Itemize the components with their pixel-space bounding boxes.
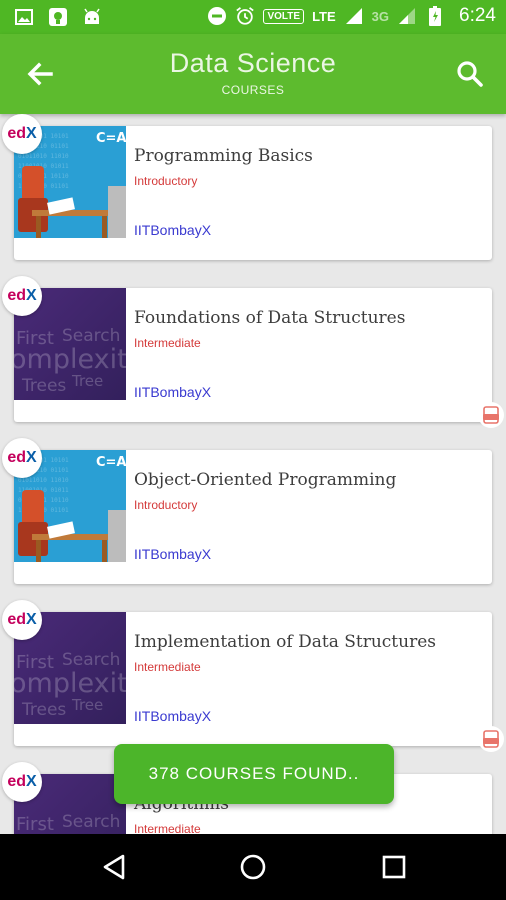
course-list[interactable]: 01101001 10101 10010110 01101 01011010 110… bbox=[0, 114, 506, 834]
courses-found-toast: 378 COURSES FOUND.. bbox=[114, 744, 394, 804]
page-subtitle: COURSES bbox=[221, 83, 285, 97]
edx-badge: ed X bbox=[2, 276, 42, 316]
nav-recents-button[interactable] bbox=[379, 852, 409, 882]
thumb-formula: C=A bbox=[96, 455, 126, 470]
course-card[interactable]: First Search omplexit Tree Trees ed X Imp… bbox=[2, 600, 492, 746]
recents-square-icon bbox=[382, 855, 406, 879]
search-icon bbox=[457, 61, 483, 87]
app-bar: Data Science COURSES bbox=[0, 34, 506, 114]
nav-home-button[interactable] bbox=[238, 852, 268, 882]
course-title: Object-Oriented Programming bbox=[134, 470, 397, 490]
lte-indicator: LTE bbox=[312, 8, 336, 24]
signal-icon bbox=[344, 6, 364, 26]
course-title: Programming Basics bbox=[134, 146, 313, 166]
pdf-icon[interactable] bbox=[478, 726, 504, 752]
course-org: IITBombayX bbox=[134, 546, 212, 562]
course-level: Intermediate bbox=[134, 336, 201, 350]
pdf-icon[interactable] bbox=[478, 402, 504, 428]
home-circle-icon bbox=[240, 854, 266, 880]
battery-icon bbox=[425, 6, 445, 26]
3g-indicator: 3G bbox=[371, 8, 390, 24]
back-triangle-icon bbox=[103, 854, 125, 880]
navigation-bar bbox=[0, 834, 506, 900]
page-title: Data Science bbox=[169, 48, 337, 78]
course-org: IITBombayX bbox=[134, 708, 212, 724]
course-org: IITBombayX bbox=[134, 384, 212, 400]
svg-text:01011010 11010: 01011010 11010 bbox=[18, 477, 69, 484]
do-not-disturb-icon bbox=[207, 6, 227, 26]
search-button[interactable] bbox=[452, 56, 488, 92]
status-bar: VOLTE LTE 3G 6:24 bbox=[0, 0, 506, 34]
clock: 6:24 bbox=[459, 5, 496, 26]
course-level: Introductory bbox=[134, 174, 198, 188]
thumb-formula: C=A bbox=[96, 131, 126, 146]
course-card[interactable]: 01101001 10101 10010110 01101 01011010 110… bbox=[2, 114, 492, 260]
image-icon bbox=[14, 7, 34, 27]
course-card[interactable]: 01101001 10101 10010110 01101 01011010 110… bbox=[2, 438, 492, 584]
course-card[interactable]: First Search omplexit Tree Trees ed X Fou… bbox=[2, 276, 492, 422]
edx-badge: ed X bbox=[2, 762, 42, 802]
signal-weak-icon bbox=[397, 6, 417, 26]
course-level: Intermediate bbox=[134, 660, 201, 674]
edx-badge: ed X bbox=[2, 438, 42, 478]
course-level: Intermediate bbox=[134, 822, 201, 834]
course-org: IITBombayX bbox=[134, 222, 212, 238]
alarm-icon bbox=[235, 6, 255, 26]
course-level: Introductory bbox=[134, 498, 198, 512]
volte-indicator: VOLTE bbox=[263, 8, 305, 24]
app-notification-icon bbox=[48, 7, 68, 27]
android-icon bbox=[82, 7, 102, 27]
svg-text:01011010 11010: 01011010 11010 bbox=[18, 153, 69, 160]
course-title: Foundations of Data Structures bbox=[134, 308, 406, 328]
edx-badge: ed X bbox=[2, 114, 42, 154]
nav-back-button[interactable] bbox=[99, 852, 129, 882]
edx-badge: ed X bbox=[2, 600, 42, 640]
course-title: Implementation of Data Structures bbox=[134, 632, 436, 652]
